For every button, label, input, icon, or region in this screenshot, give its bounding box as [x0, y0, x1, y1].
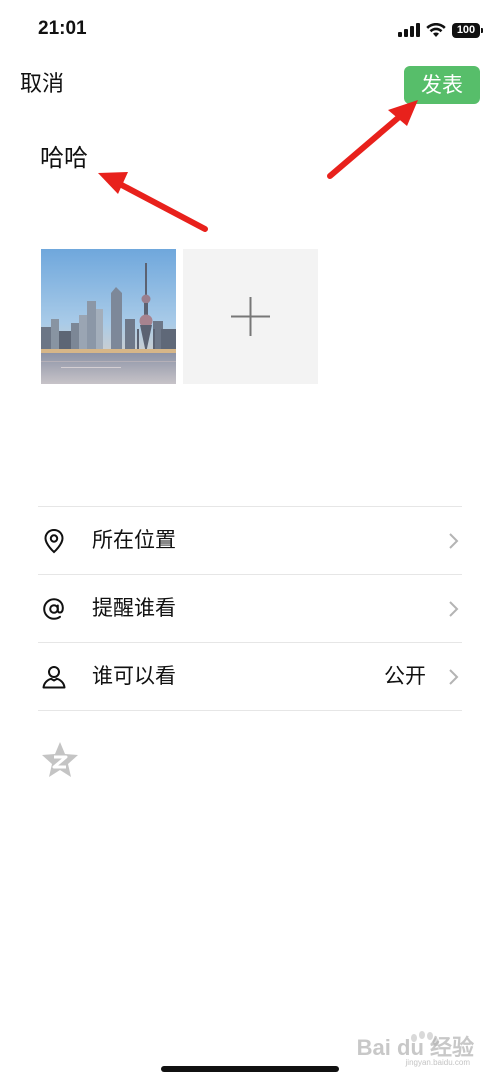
qzone-star-icon[interactable]	[40, 740, 80, 780]
status-time: 21:01	[38, 18, 87, 39]
wifi-icon	[426, 22, 446, 37]
arrow-to-post-text	[98, 172, 208, 232]
arrow-to-publish-button	[327, 100, 418, 179]
chevron-right-icon	[449, 601, 459, 617]
location-pin-icon	[44, 528, 64, 554]
battery-icon: 100	[452, 22, 483, 38]
cancel-button[interactable]: 取消	[20, 70, 64, 100]
chevron-right-icon	[449, 533, 459, 549]
photo-thumbnail[interactable]	[41, 249, 176, 384]
option-remind[interactable]: 提醒谁看	[38, 574, 462, 642]
at-sign-icon	[43, 598, 64, 620]
publish-button[interactable]: 发表	[404, 66, 480, 104]
add-photo-button[interactable]	[183, 249, 318, 384]
post-text-input[interactable]: 哈哈	[40, 142, 88, 174]
shanghai-skyline-image	[41, 249, 176, 384]
option-label: 谁可以看	[92, 664, 176, 688]
plus-icon	[231, 297, 270, 336]
option-location[interactable]: 所在位置	[38, 506, 462, 574]
home-indicator[interactable]	[161, 1066, 339, 1072]
watermark-subtext: jingyan.baidu.com	[405, 1058, 470, 1067]
status-icons: 100	[398, 20, 483, 40]
options-list: 所在位置 提醒谁看 谁可以看 公开	[38, 506, 462, 711]
option-label: 所在位置	[92, 528, 176, 552]
option-value: 公开	[384, 664, 426, 688]
chevron-right-icon	[449, 669, 459, 685]
person-icon	[42, 666, 66, 689]
option-label: 提醒谁看	[92, 596, 176, 620]
option-visibility[interactable]: 谁可以看 公开	[38, 642, 462, 711]
status-bar: 21:01 100	[0, 0, 500, 60]
cellular-signal-icon	[398, 23, 420, 37]
